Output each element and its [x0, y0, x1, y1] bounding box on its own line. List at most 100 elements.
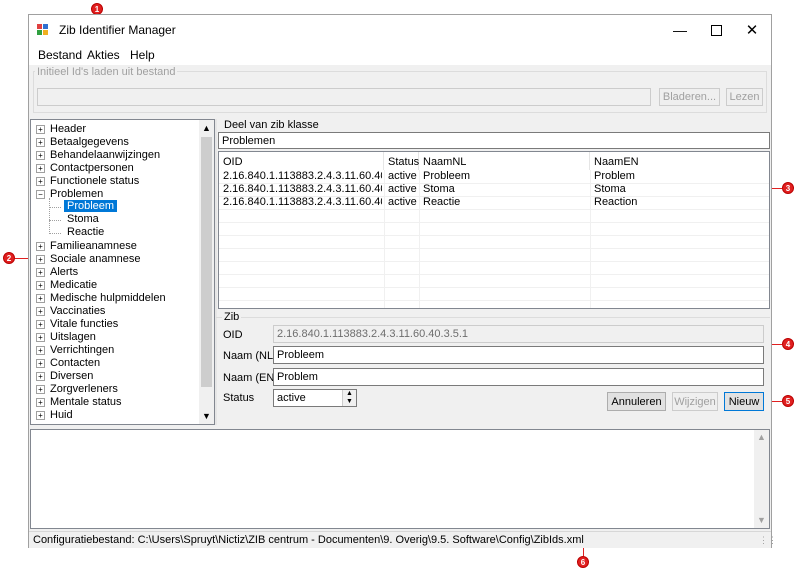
- tree-item-label: Huid: [50, 409, 73, 421]
- table-cell: Problem: [594, 170, 635, 182]
- modify-button[interactable]: Wijzigen: [672, 392, 718, 411]
- expand-icon[interactable]: +: [36, 294, 45, 303]
- new-button[interactable]: Nieuw: [724, 392, 764, 411]
- expand-icon[interactable]: +: [36, 398, 45, 407]
- read-button[interactable]: Lezen: [726, 88, 763, 106]
- class-group-legend: Deel van zib klasse: [222, 119, 321, 131]
- tree-vertical-connector: [49, 198, 50, 234]
- expand-icon[interactable]: +: [36, 372, 45, 381]
- status-stepper-buttons[interactable]: ▲ ▼: [342, 390, 356, 406]
- list-gridline: [219, 235, 769, 236]
- log-scroll-up-icon[interactable]: ▲: [757, 432, 766, 442]
- expand-icon[interactable]: +: [36, 346, 45, 355]
- name-en-label: Naam (EN): [223, 372, 279, 384]
- log-scrollbar[interactable]: ▲ ▼: [754, 430, 769, 528]
- stepper-down-icon[interactable]: ▼: [346, 398, 353, 405]
- table-cell: Probleem: [423, 170, 471, 182]
- close-icon: ✕: [745, 22, 759, 39]
- list-gridline: [219, 209, 769, 210]
- expand-icon[interactable]: +: [36, 177, 45, 186]
- scroll-up-arrow-icon[interactable]: ▲: [202, 123, 211, 133]
- resize-grip-icon[interactable]: ⋮⋮: [759, 535, 777, 546]
- cancel-button[interactable]: Annuleren: [607, 392, 666, 411]
- table-cell: Stoma: [423, 183, 455, 195]
- close-button[interactable]: ✕: [734, 15, 770, 45]
- expand-icon[interactable]: +: [36, 307, 45, 316]
- callout-4: 4: [782, 338, 794, 350]
- expand-icon[interactable]: +: [36, 138, 45, 147]
- name-en-field[interactable]: Problem: [273, 368, 764, 386]
- col-header-naamen[interactable]: NaamEN: [590, 152, 769, 170]
- table-row[interactable]: 2.16.840.1.113883.2.4.3.11.60.40.3.5.1 ac…: [219, 170, 769, 183]
- file-path-input[interactable]: [37, 88, 651, 106]
- tree-connector-line: [49, 220, 61, 221]
- tree-scrollbar[interactable]: ▲ ▼: [199, 120, 214, 424]
- expand-icon[interactable]: +: [36, 151, 45, 160]
- identifier-list[interactable]: OID Status NaamNL NaamEN 2.16.840.1.1138…: [218, 151, 770, 309]
- expand-icon[interactable]: +: [36, 242, 45, 251]
- browse-button[interactable]: Bladeren...: [659, 88, 720, 106]
- expand-icon[interactable]: +: [36, 320, 45, 329]
- load-group-legend: Initieel Id's laden uit bestand: [35, 66, 178, 78]
- tree-item-label: Sociale anamnese: [50, 253, 141, 265]
- stepper-up-icon[interactable]: ▲: [346, 390, 353, 397]
- oid-label: OID: [223, 329, 243, 341]
- maximize-button[interactable]: [698, 15, 734, 45]
- tree-item-label: Betaalgegevens: [50, 136, 129, 148]
- class-input[interactable]: Problemen: [218, 132, 770, 149]
- tree-item-label: Header: [50, 123, 87, 135]
- list-gridline: [219, 300, 769, 301]
- expand-icon[interactable]: +: [36, 281, 45, 290]
- expand-icon[interactable]: +: [36, 359, 45, 368]
- log-textarea[interactable]: [30, 429, 770, 529]
- scroll-thumb[interactable]: [201, 137, 212, 387]
- window-title: Zib Identifier Manager: [59, 23, 176, 37]
- tree-item-label: Medische hulpmiddelen: [50, 292, 166, 304]
- minimize-button[interactable]: —: [662, 15, 698, 45]
- maximize-icon: [710, 24, 722, 36]
- tree-item-label: Medicatie: [50, 279, 98, 291]
- table-row[interactable]: 2.16.840.1.113883.2.4.3.11.60.40.3.5.3 ac…: [219, 196, 769, 209]
- tree-item-label: Alerts: [50, 266, 79, 278]
- scroll-down-arrow-icon[interactable]: ▼: [202, 411, 211, 421]
- list-gridline: [219, 248, 769, 249]
- name-nl-field[interactable]: Probleem: [273, 346, 764, 364]
- col-header-naamnl[interactable]: NaamNL: [419, 152, 590, 170]
- expand-icon[interactable]: +: [36, 268, 45, 277]
- status-bar-text: Configuratiebestand: C:\Users\Spruyt\Nic…: [33, 534, 584, 546]
- menu-help[interactable]: Help: [130, 48, 155, 62]
- expand-icon[interactable]: +: [36, 411, 45, 420]
- minimize-icon: —: [673, 22, 687, 38]
- expand-icon[interactable]: +: [36, 385, 45, 394]
- log-scroll-down-icon[interactable]: ▼: [757, 515, 766, 525]
- menu-bestand[interactable]: Bestand: [38, 48, 82, 62]
- table-row[interactable]: 2.16.840.1.113883.2.4.3.11.60.40.3.5.2 ac…: [219, 183, 769, 196]
- table-cell: 2.16.840.1.113883.2.4.3.11.60.40.3.5.1: [223, 170, 382, 182]
- app-window: Zib Identifier Manager — ✕ Bestand Aktie…: [28, 14, 777, 548]
- title-bar[interactable]: Zib Identifier Manager — ✕: [29, 15, 771, 45]
- table-cell: Stoma: [594, 183, 626, 195]
- tree-item-label: Probleem: [64, 200, 118, 212]
- expand-icon[interactable]: +: [36, 333, 45, 342]
- zib-group-legend: Zib: [222, 311, 242, 323]
- callout-2: 2: [3, 252, 15, 264]
- tree-item-label: Vaccinaties: [50, 305, 106, 317]
- expand-icon[interactable]: +: [36, 255, 45, 264]
- menu-akties[interactable]: Akties: [87, 48, 120, 62]
- tree-item-label: Verrichtingen: [50, 344, 115, 356]
- zib-tree[interactable]: + Header + Betaalgegevens + Behandelaanwijzin…: [30, 119, 215, 425]
- expand-icon[interactable]: +: [36, 164, 45, 173]
- tree-item-label: Functionele status: [50, 175, 140, 187]
- callout-6: 6: [577, 556, 589, 568]
- col-header-status[interactable]: Status: [384, 152, 419, 170]
- tree-item-label: Contacten: [50, 357, 101, 369]
- tree-item-label: Reactie: [67, 226, 105, 238]
- col-header-oid[interactable]: OID: [219, 152, 384, 170]
- tree-item-label: Behandelaanwijzingen: [50, 149, 161, 161]
- oid-field[interactable]: 2.16.840.1.113883.2.4.3.11.60.40.3.5.1: [273, 325, 764, 343]
- table-cell: Reactie: [423, 196, 461, 208]
- collapse-icon[interactable]: −: [36, 190, 45, 199]
- tree-item-label: Problemen: [50, 188, 104, 200]
- expand-icon[interactable]: +: [36, 125, 45, 134]
- tree-connector-line: [49, 207, 61, 208]
